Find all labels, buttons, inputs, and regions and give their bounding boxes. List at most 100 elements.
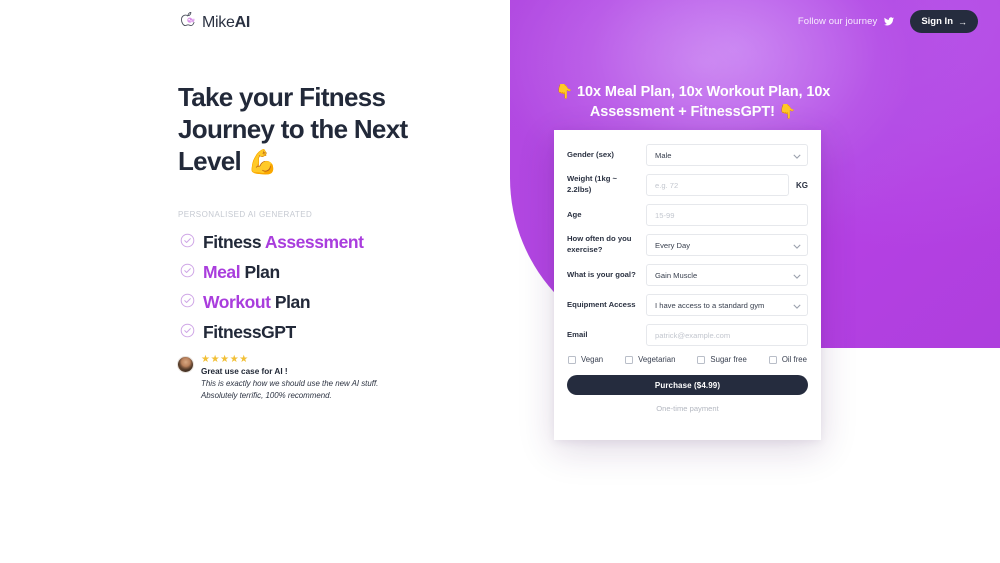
equipment-select[interactable]: I have access to a standard gym xyxy=(646,294,808,316)
weight-label: Weight (1kg ~ 2.2lbs) xyxy=(567,174,618,194)
brand-name: MikeAI xyxy=(202,14,250,32)
promo-heading: 👇 10x Meal Plan, 10x Workout Plan, 10x A… xyxy=(548,82,838,122)
form-row-age: Age xyxy=(567,204,808,226)
gender-select[interactable]: Male xyxy=(646,144,808,166)
brand-name-light: Mike xyxy=(202,14,235,31)
form-row-email: Email xyxy=(567,324,808,346)
sign-in-button[interactable]: Sign In → xyxy=(910,10,978,33)
exercise-frequency-control: Every Day xyxy=(646,234,808,256)
follow-journey-link[interactable]: Follow our journey xyxy=(797,16,895,27)
check-circle-icon xyxy=(180,263,195,283)
exercise-frequency-value: Every Day xyxy=(655,240,691,250)
testimonial-quote-line-1: This is exactly how we should use the ne… xyxy=(201,379,379,388)
apple-logo-icon xyxy=(178,11,197,35)
page-title: Take your Fitness Journey to the Next Le… xyxy=(178,82,468,178)
feature-text-part-2: Plan xyxy=(270,292,311,312)
testimonial-title: Great use case for AI ! xyxy=(201,367,288,376)
feature-item-fitness-assessment: Fitness Assessment xyxy=(180,231,364,254)
equipment-value: I have access to a standard gym xyxy=(655,300,765,310)
sign-in-label: Sign In xyxy=(921,16,953,27)
checkbox-square-icon[interactable] xyxy=(768,355,777,364)
headline-line-1: Take your Fitness xyxy=(178,82,386,112)
feature-text-part-1: FitnessGPT xyxy=(203,322,296,342)
email-input[interactable] xyxy=(646,324,808,346)
exercise-frequency-label: How often do you exercise? xyxy=(567,234,632,254)
promo-line-2: Assessment + FitnessGPT! xyxy=(589,104,775,121)
form-row-goal: What is your goal? Gain Muscle xyxy=(567,264,808,286)
testimonial-quote-line-2: Absolutely terrific, 100% recommend. xyxy=(201,391,332,401)
form-row-equipment: Equipment Access I have access to a stan… xyxy=(567,294,808,316)
age-input[interactable] xyxy=(646,204,808,226)
checkbox-vegan-label: Vegan xyxy=(581,355,604,364)
pointing-down-emoji-right: 👇 xyxy=(778,103,797,120)
arrow-right-icon: → xyxy=(958,16,967,27)
weight-control: KG xyxy=(646,174,808,196)
form-row-exercise-frequency: How often do you exercise? Every Day xyxy=(567,234,808,256)
weight-input[interactable] xyxy=(646,174,789,196)
feature-label: Meal Plan xyxy=(203,262,280,283)
gender-value: Male xyxy=(655,150,672,160)
avatar xyxy=(177,356,194,373)
signup-form-card: Gender (sex) Male Weight (1kg ~ 2.2lbs) … xyxy=(554,130,821,440)
pointing-down-emoji-left: 👇 xyxy=(555,83,574,99)
feature-item-fitnessgpt: FitnessGPT xyxy=(180,321,364,344)
checkbox-oil-free[interactable]: Oil free xyxy=(768,355,807,364)
brand-logo[interactable]: MikeAI xyxy=(178,11,250,35)
check-circle-icon xyxy=(180,293,195,313)
email-control xyxy=(646,324,808,346)
checkbox-vegan[interactable]: Vegan xyxy=(568,355,603,364)
form-row-weight: Weight (1kg ~ 2.2lbs) KG xyxy=(567,174,808,196)
twitter-bird-icon[interactable] xyxy=(884,17,895,26)
checkbox-square-icon[interactable] xyxy=(625,355,634,364)
goal-select[interactable]: Gain Muscle xyxy=(646,264,808,286)
form-row-gender: Gender (sex) Male xyxy=(567,144,808,166)
gender-control: Male xyxy=(646,144,808,166)
star-rating: ★★★★★ xyxy=(201,354,249,365)
brand-name-bold: AI xyxy=(234,14,251,31)
age-control xyxy=(646,204,808,226)
checkbox-sugar-free-label: Sugar free xyxy=(710,355,747,364)
testimonial-quote: This is exactly how we should use the ne… xyxy=(201,378,378,403)
feature-label: Fitness Assessment xyxy=(203,232,364,253)
email-label: Email xyxy=(567,329,588,339)
weight-unit-label: KG xyxy=(796,180,808,190)
feature-text-part-1: Meal xyxy=(203,262,241,282)
top-navigation: Follow our journey Sign In → xyxy=(798,10,978,33)
goal-value: Gain Muscle xyxy=(655,270,698,280)
feature-text-part-2: Plan xyxy=(240,262,281,282)
feature-item-workout-plan: Workout Plan xyxy=(180,291,364,314)
age-label: Age xyxy=(567,209,582,219)
follow-journey-label: Follow our journey xyxy=(797,16,878,27)
feature-text-part-1: Workout xyxy=(203,292,271,312)
headline-line-3: Level xyxy=(178,145,242,176)
check-circle-icon xyxy=(180,323,195,343)
checkbox-square-icon[interactable] xyxy=(697,355,706,364)
feature-label: FitnessGPT xyxy=(203,322,296,343)
gender-label: Gender (sex) xyxy=(567,149,614,159)
exercise-frequency-select[interactable]: Every Day xyxy=(646,234,808,256)
landing-page: Follow our journey Sign In → 👇 10x Meal … xyxy=(0,0,1000,563)
purchase-button[interactable]: Purchase ($4.99) xyxy=(567,375,808,395)
feature-item-meal-plan: Meal Plan xyxy=(180,261,364,284)
feature-text-part-2: Assessment xyxy=(264,232,364,252)
goal-control: Gain Muscle xyxy=(646,264,808,286)
one-time-payment-note: One-time payment xyxy=(656,404,719,413)
testimonial-body: ★★★★★ Great use case for AI ! This is ex… xyxy=(201,354,378,403)
feature-text-part-1: Fitness xyxy=(203,232,265,252)
promo-line-1: 10x Meal Plan, 10x Workout Plan, 10x xyxy=(577,84,831,100)
features-list: Fitness Assessment Meal Plan Workout Pla… xyxy=(180,231,364,351)
checkbox-square-icon[interactable] xyxy=(568,355,576,364)
check-circle-icon xyxy=(180,233,195,253)
checkbox-sugar-free[interactable]: Sugar free xyxy=(697,355,747,364)
features-kicker: PERSONALISED AI GENERATED xyxy=(178,210,313,219)
flexed-biceps-emoji: 💪 xyxy=(247,148,278,176)
checkbox-vegetarian-label: Vegetarian xyxy=(638,355,676,364)
equipment-label: Equipment Access xyxy=(567,299,636,309)
goal-label: What is your goal? xyxy=(567,269,636,279)
equipment-control: I have access to a standard gym xyxy=(646,294,808,316)
diet-options-group: Vegan Vegetarian Sugar free Oil free xyxy=(567,355,808,364)
checkbox-vegetarian[interactable]: Vegetarian xyxy=(625,355,675,364)
checkbox-oil-free-label: Oil free xyxy=(781,355,807,364)
testimonial: ★★★★★ Great use case for AI ! This is ex… xyxy=(177,354,378,403)
feature-label: Workout Plan xyxy=(203,292,311,313)
